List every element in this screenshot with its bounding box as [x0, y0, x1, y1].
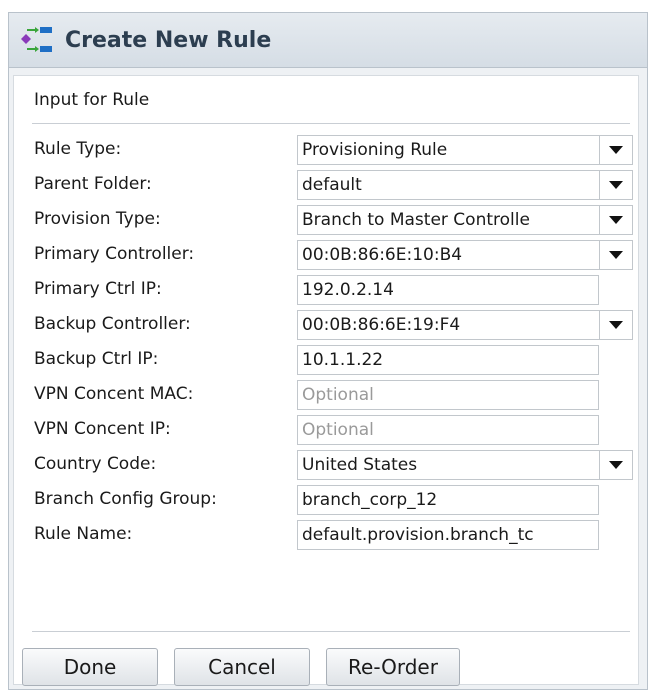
select-value: Provisioning Rule — [302, 140, 448, 160]
dropdown-arrow-icon[interactable] — [599, 206, 632, 234]
field-label: Parent Folder: — [34, 174, 152, 194]
vpn-concent-mac-input[interactable]: Optional — [297, 380, 599, 410]
dropdown-arrow-icon[interactable] — [599, 171, 632, 199]
dialog-titlebar: Create New Rule — [9, 13, 647, 68]
primary-ctrl-ip-input[interactable]: 192.0.2.14 — [297, 275, 599, 305]
row-backup-controller: Backup Controller: 00:0B:86:6E:19:F4 — [14, 309, 638, 343]
select-value: United States — [302, 455, 418, 475]
field-label: Backup Ctrl IP: — [34, 349, 159, 369]
dialog-title: Create New Rule — [65, 27, 272, 53]
select-value: default — [302, 175, 362, 195]
row-vpn-concent-ip: VPN Concent IP: Optional — [14, 414, 638, 448]
select-value: Branch to Master Controlle — [302, 210, 530, 230]
rule-input-panel: Input for Rule Rule Type: Provisioning R… — [13, 75, 639, 686]
country-code-select[interactable]: United States — [297, 450, 633, 480]
select-value: 00:0B:86:6E:19:F4 — [302, 315, 461, 335]
row-branch-config-group: Branch Config Group: branch_corp_12 — [14, 484, 638, 518]
field-label: Rule Type: — [34, 139, 122, 159]
vpn-concent-ip-input[interactable]: Optional — [297, 415, 599, 445]
backup-controller-select[interactable]: 00:0B:86:6E:19:F4 — [297, 310, 633, 340]
field-label: Primary Controller: — [34, 244, 195, 264]
section-title: Input for Rule — [34, 90, 150, 110]
primary-controller-select[interactable]: 00:0B:86:6E:10:B4 — [297, 240, 633, 270]
rule-flow-icon — [21, 27, 52, 52]
cropped-header-fragment — [0, 0, 360, 7]
row-primary-ctrl-ip: Primary Ctrl IP: 192.0.2.14 — [14, 274, 638, 308]
dropdown-arrow-icon[interactable] — [599, 136, 632, 164]
field-label: Country Code: — [34, 454, 157, 474]
dropdown-arrow-icon[interactable] — [599, 241, 632, 269]
field-label: VPN Concent IP: — [34, 419, 171, 439]
row-parent-folder: Parent Folder: default — [14, 169, 638, 203]
reorder-button[interactable]: Re-Order — [326, 648, 460, 686]
row-backup-ctrl-ip: Backup Ctrl IP: 10.1.1.22 — [14, 344, 638, 378]
field-label: Backup Controller: — [34, 314, 191, 334]
row-rule-name: Rule Name: default.provision.branch_tc — [14, 519, 638, 553]
done-button[interactable]: Done — [22, 648, 158, 686]
field-label: Rule Name: — [34, 524, 133, 544]
field-label: Branch Config Group: — [34, 489, 217, 509]
field-label: Provision Type: — [34, 209, 161, 229]
select-value: 00:0B:86:6E:10:B4 — [302, 245, 463, 265]
section-divider — [32, 123, 630, 124]
rule-type-select[interactable]: Provisioning Rule — [297, 135, 633, 165]
cropped-header-strip — [0, 0, 650, 11]
row-primary-controller: Primary Controller: 00:0B:86:6E:10:B4 — [14, 239, 638, 273]
row-provision-type: Provision Type: Branch to Master Control… — [14, 204, 638, 238]
footer-divider — [32, 631, 630, 632]
row-country-code: Country Code: United States — [14, 449, 638, 483]
branch-config-group-input[interactable]: branch_corp_12 — [297, 485, 599, 515]
create-rule-dialog: Create New Rule Input for Rule Rule Type… — [8, 12, 648, 690]
rule-name-input[interactable]: default.provision.branch_tc — [297, 520, 599, 550]
field-label: VPN Concent MAC: — [34, 384, 194, 404]
dropdown-arrow-icon[interactable] — [599, 311, 632, 339]
row-rule-type: Rule Type: Provisioning Rule — [14, 134, 638, 168]
parent-folder-select[interactable]: default — [297, 170, 633, 200]
row-vpn-concent-mac: VPN Concent MAC: Optional — [14, 379, 638, 413]
cancel-button[interactable]: Cancel — [174, 648, 310, 686]
provision-type-select[interactable]: Branch to Master Controlle — [297, 205, 633, 235]
backup-ctrl-ip-input[interactable]: 10.1.1.22 — [297, 345, 599, 375]
field-label: Primary Ctrl IP: — [34, 279, 162, 299]
dropdown-arrow-icon[interactable] — [599, 451, 632, 479]
